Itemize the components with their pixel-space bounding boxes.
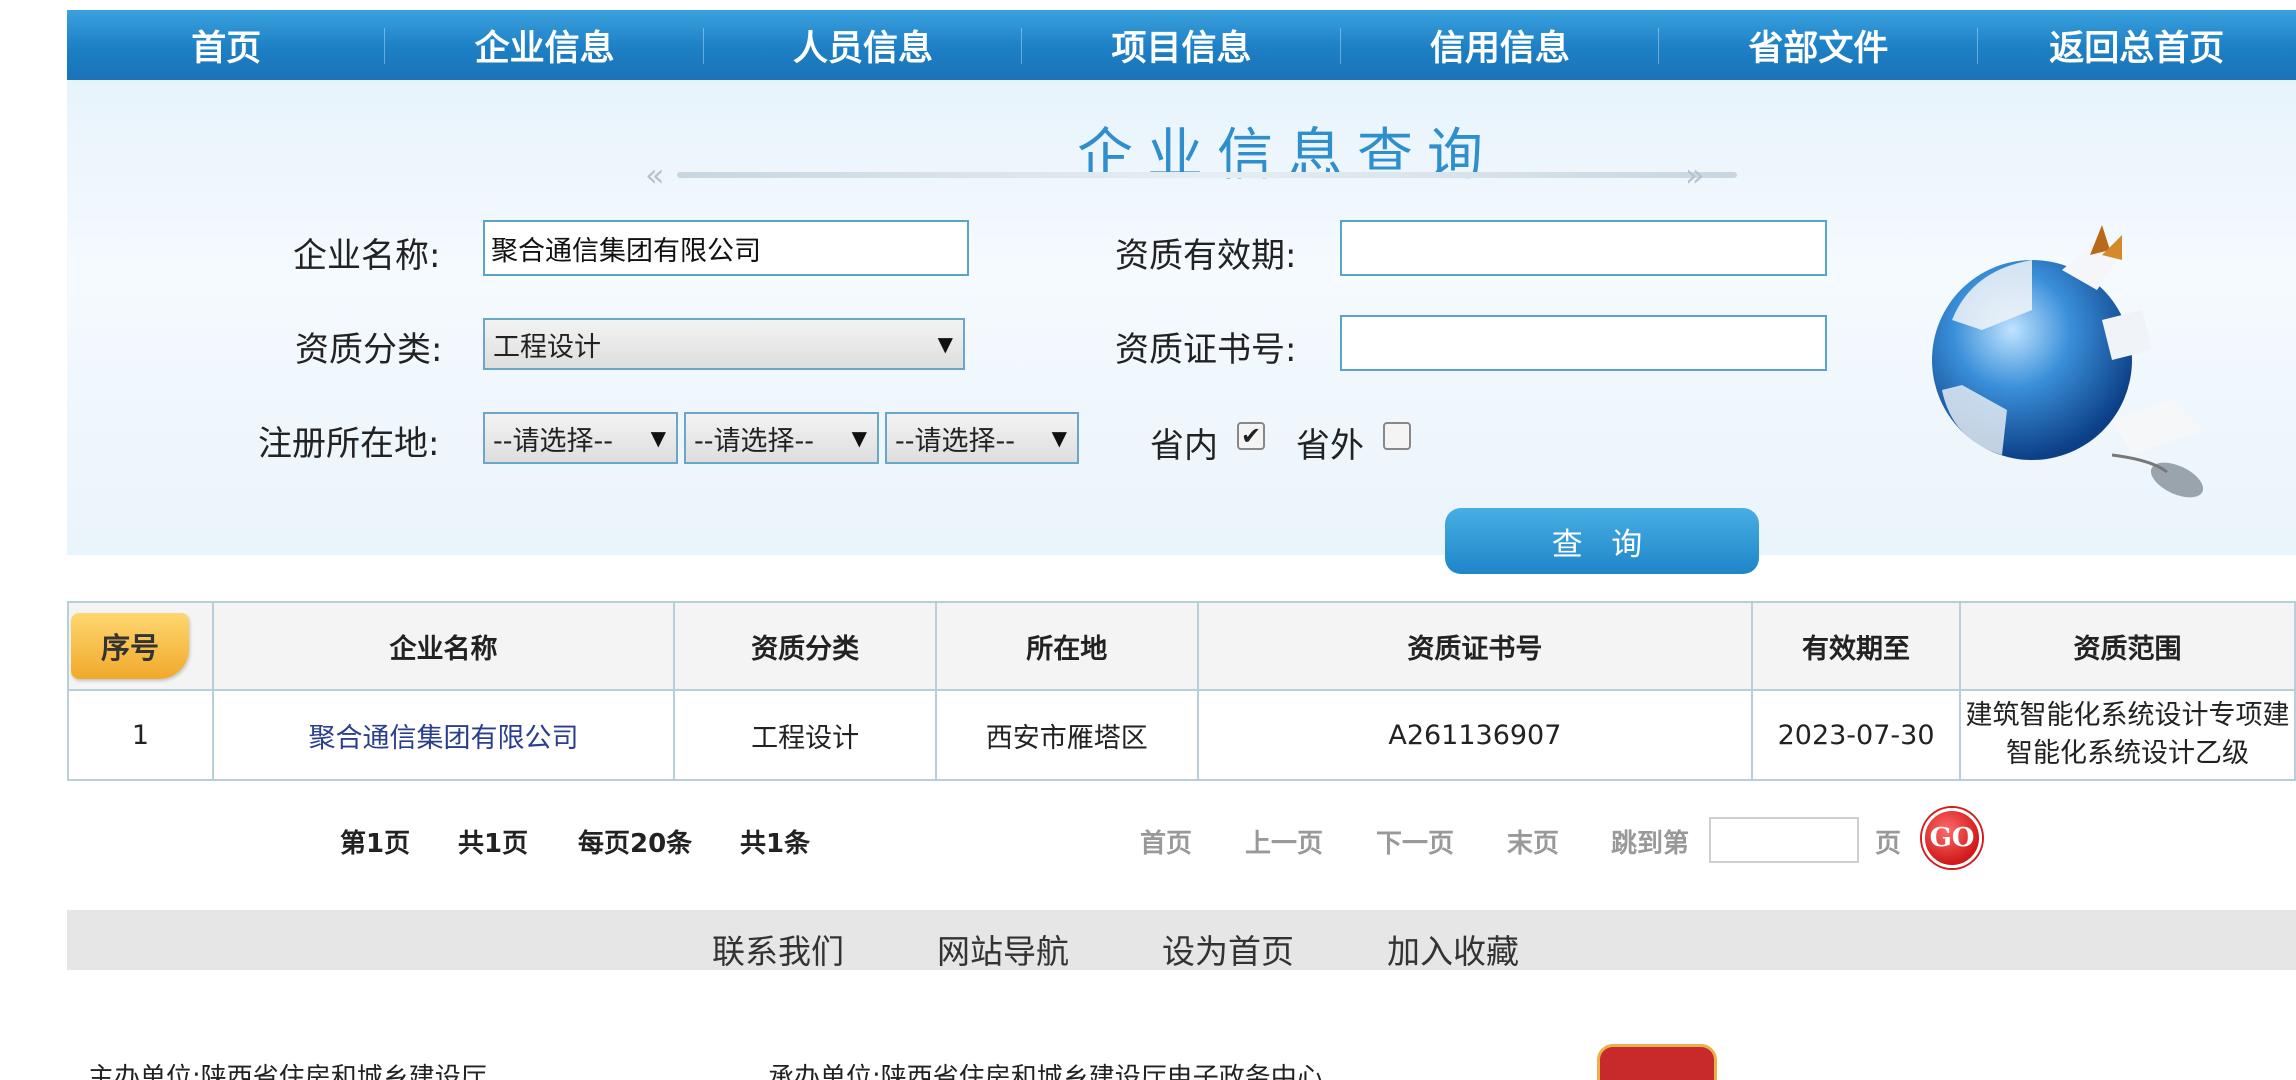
pager-per-page: 每页20条 [578,829,693,859]
city-select-value: --请选择-- [694,425,814,457]
scope-line-2: 智能化系统设计乙级 [2005,738,2249,769]
dropdown-arrow-icon: ▼ [1051,426,1067,450]
go-button[interactable]: GO [1922,808,1982,868]
header-expiry: 有效期至 [1751,601,1961,691]
header-scope: 资质范围 [1958,601,2296,691]
footer-contact-link[interactable]: 联系我们 [712,925,844,973]
nav-home[interactable]: 首页 [67,10,386,80]
seq-header: 序号 [67,601,214,691]
cert-number-input[interactable] [1340,315,1827,371]
location-label: 注册所在地: [258,424,440,464]
seq-badge: 序号 [71,613,189,679]
category-label: 资质分类: [295,330,443,370]
nav-company-info[interactable]: 企业信息 [385,10,705,80]
header-cert-number: 资质证书号 [1196,601,1754,691]
company-name-input[interactable] [483,220,969,276]
header-location: 所在地 [934,601,1199,691]
nav-provincial-documents[interactable]: 省部文件 [1659,10,1978,80]
cell-location: 西安市雁塔区 [934,689,1199,781]
emblem-icon [1597,1044,1717,1080]
title-divider [677,172,1737,178]
company-name-label: 企业名称: [293,236,441,276]
cell-scope: 建筑智能化系统设计专项建 智能化系统设计乙级 [1958,689,2296,781]
dropdown-arrow-icon: ▼ [650,426,666,450]
table-header-row: 序号 企业名称 资质分类 所在地 资质证书号 有效期至 资质范围 [67,601,2296,691]
nav-personnel-info[interactable]: 人员信息 [704,10,1023,80]
out-province-checkbox[interactable] [1383,422,1411,450]
nav-credit-info[interactable]: 信用信息 [1341,10,1660,80]
top-nav: 首页 企业信息 人员信息 项目信息 信用信息 省部文件 返回总首页 [67,10,2296,80]
footer-bookmark-link[interactable]: 加入收藏 [1387,925,1519,973]
footer-host-info: 主办单位:陕西省住房和城乡建设厅 [88,1063,487,1080]
page-title: 企业信息查询 [1077,123,1497,188]
province-select-value: --请选择-- [493,425,613,457]
pager-total-records: 共1条 [740,829,811,859]
dropdown-arrow-icon: ▼ [851,426,867,450]
validity-label: 资质有效期: [1115,236,1297,276]
chevron-left-icon: « [645,156,665,194]
cell-company-name-link[interactable]: 聚合通信集团有限公司 [211,689,676,781]
out-province-label: 省外 [1296,426,1364,466]
results-table: 序号 企业名称 资质分类 所在地 资质证书号 有效期至 资质范围 1 聚合通信集… [67,601,2296,781]
city-select[interactable]: --请选择-- ▼ [684,412,879,464]
validity-input[interactable] [1340,220,1827,276]
pager-total-pages: 共1页 [458,829,529,859]
header-category: 资质分类 [673,601,937,691]
province-select[interactable]: --请选择-- ▼ [483,412,678,464]
nav-project-info[interactable]: 项目信息 [1022,10,1342,80]
cell-category: 工程设计 [673,689,937,781]
pager-prev-link[interactable]: 上一页 [1245,823,1323,860]
district-select-value: --请选择-- [895,425,1015,457]
pager-last-link[interactable]: 末页 [1507,823,1559,860]
in-province-checkbox[interactable]: ✔ [1237,422,1265,450]
pager-next-link[interactable]: 下一页 [1376,823,1454,860]
search-panel: 企业信息查询 « » [67,80,2296,555]
cell-cert-number: A261136907 [1196,689,1754,781]
cert-label: 资质证书号: [1115,330,1297,370]
table-row: 1 聚合通信集团有限公司 工程设计 西安市雁塔区 A261136907 2023… [67,689,2296,781]
dropdown-arrow-icon: ▼ [937,332,953,356]
scope-line-1: 建筑智能化系统设计专项建 [1965,700,2290,731]
nav-return-main[interactable]: 返回总首页 [1978,10,2296,80]
query-button[interactable]: 查 询 [1445,508,1759,574]
pager-current-page: 第1页 [340,829,411,859]
cell-seq: 1 [67,689,214,781]
district-select[interactable]: --请选择-- ▼ [885,412,1079,464]
footer-sitemap-link[interactable]: 网站导航 [937,925,1069,973]
pager-first-link[interactable]: 首页 [1140,823,1192,860]
puzzle-globe-icon [1932,225,2204,498]
footer-set-homepage-link[interactable]: 设为首页 [1162,925,1294,973]
footer-operator-info: 承办单位:陕西省住房和城乡建设厅电子政务中心 [768,1063,1323,1080]
category-select-value: 工程设计 [493,331,601,363]
in-province-label: 省内 [1150,426,1218,466]
chevron-right-icon: » [1685,156,1705,194]
header-company-name: 企业名称 [211,601,676,691]
page-number-input[interactable] [1709,817,1859,863]
cell-expiry: 2023-07-30 [1751,689,1961,781]
pager-page-unit: 页 [1875,829,1902,859]
category-select[interactable]: 工程设计 ▼ [483,318,965,370]
pager-jump-label: 跳到第 [1611,829,1690,859]
